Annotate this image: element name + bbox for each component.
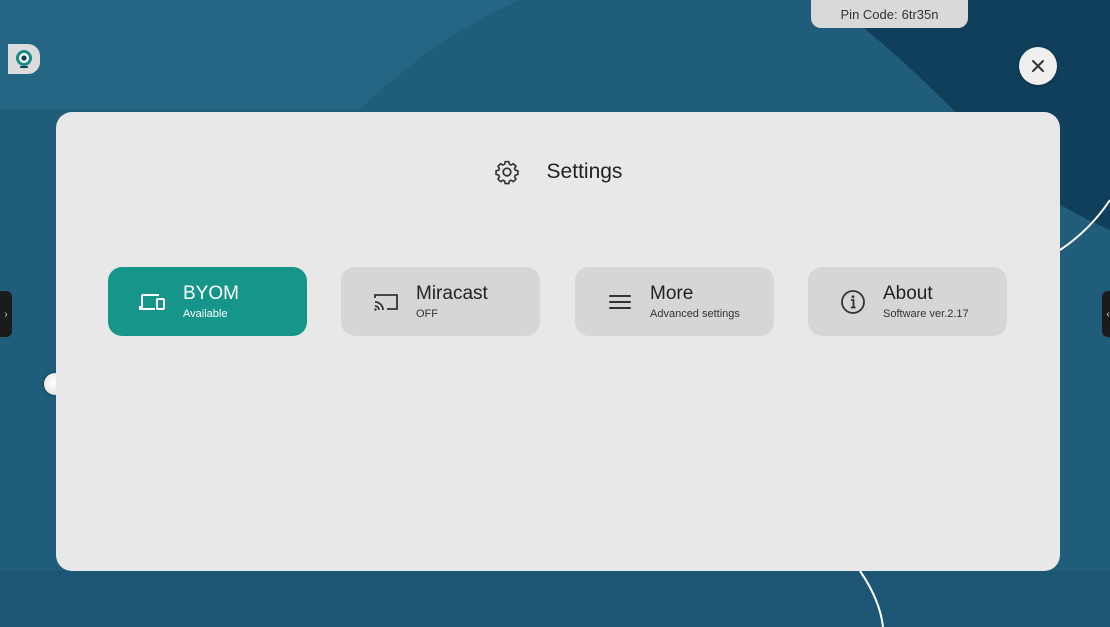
card-status: Advanced settings [650, 308, 740, 320]
card-label: BYOM [183, 283, 239, 304]
devices-icon [139, 293, 165, 310]
chevron-left-icon: ‹ [1106, 308, 1110, 320]
card-status: Available [183, 308, 228, 320]
info-icon [841, 289, 865, 314]
card-status: OFF [416, 308, 438, 320]
about-card[interactable]: About Software ver.2.17 [808, 267, 1007, 336]
right-drawer-handle[interactable]: ‹ [1102, 291, 1110, 337]
pin-code-value: 6tr35n [901, 6, 939, 22]
settings-header: Settings [56, 157, 1060, 187]
miracast-card[interactable]: Miracast OFF [341, 267, 540, 336]
pin-code-label: Pin Code: [840, 6, 898, 22]
cast-icon [374, 293, 398, 311]
settings-panel: Settings BYOM Available Miracast OFF Mor… [56, 112, 1060, 571]
menu-icon [609, 294, 631, 309]
close-button[interactable] [1019, 47, 1057, 85]
more-card[interactable]: More Advanced settings [575, 267, 774, 336]
webcam-icon [16, 50, 32, 68]
close-icon [1032, 60, 1044, 72]
pin-code-badge: Pin Code: 6tr35n [811, 0, 968, 28]
card-label: Miracast [416, 283, 488, 304]
camera-button[interactable] [8, 44, 40, 74]
card-label: About [883, 283, 933, 304]
card-status: Software ver.2.17 [883, 308, 969, 320]
gear-icon [494, 160, 519, 185]
chevron-right-icon: › [4, 308, 8, 320]
card-label: More [650, 283, 694, 304]
byom-card[interactable]: BYOM Available [108, 267, 307, 336]
left-drawer-handle[interactable]: › [0, 291, 12, 337]
page-title: Settings [546, 160, 623, 183]
